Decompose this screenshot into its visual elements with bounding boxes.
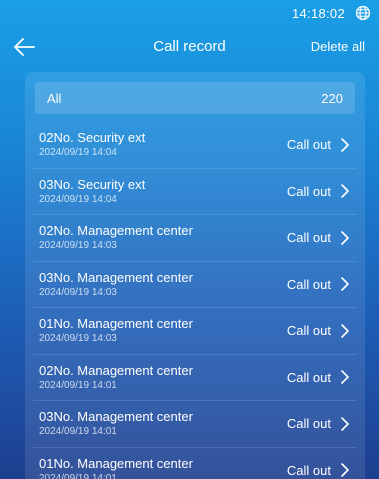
record-name: 01No. Management center	[39, 455, 193, 471]
record-time: 2024/09/19 14:03	[39, 286, 117, 298]
summary-label: All	[47, 90, 62, 106]
record-name: 02No. Security ext	[39, 130, 146, 146]
record-name: 03No. Management center	[39, 269, 193, 285]
record-time: 2024/09/19 14:04	[39, 193, 117, 205]
record-row[interactable]: 03No. Security ext 2024/09/19 14:04 Call…	[33, 169, 357, 215]
record-row[interactable]: 02No. Management center 2024/09/19 14:01…	[33, 355, 357, 401]
record-row[interactable]: 01No. Management center 2024/09/19 14:01…	[33, 448, 357, 479]
chevron-right-icon	[341, 230, 349, 245]
chevron-right-icon	[341, 370, 349, 385]
call-out-label: Call out	[286, 183, 331, 199]
header: Call record Delete all	[0, 32, 379, 62]
call-out-label: Call out	[286, 369, 331, 385]
status-time: 14:18:02	[291, 5, 345, 21]
record-time: 2024/09/19 14:01	[39, 379, 117, 391]
chevron-right-icon	[341, 184, 349, 199]
call-out-label: Call out	[286, 416, 331, 432]
chevron-right-icon	[341, 416, 349, 431]
call-out-label: Call out	[286, 230, 331, 246]
chevron-right-icon	[341, 323, 349, 338]
record-name: 03No. Security ext	[39, 176, 146, 192]
record-row[interactable]: 02No. Security ext 2024/09/19 14:04 Call…	[33, 122, 357, 169]
record-name: 02No. Management center	[39, 223, 193, 239]
record-row[interactable]: 03No. Management center 2024/09/19 14:03…	[33, 262, 357, 308]
chevron-right-icon	[341, 463, 349, 478]
status-bar: 14:18:02	[0, 0, 379, 26]
record-row[interactable]: 02No. Management center 2024/09/19 14:03…	[33, 215, 357, 262]
record-name: 01No. Management center	[39, 316, 193, 332]
record-name: 02No. Management center	[39, 362, 193, 378]
call-out-label: Call out	[286, 137, 331, 153]
call-out-label: Call out	[286, 323, 331, 339]
chevron-right-icon	[341, 137, 349, 152]
call-out-label: Call out	[286, 462, 331, 478]
record-name: 03No. Management center	[39, 409, 193, 425]
summary-count: 220	[321, 90, 343, 106]
record-time: 2024/09/19 14:03	[39, 240, 117, 252]
record-time: 2024/09/19 14:01	[39, 472, 117, 479]
record-time: 2024/09/19 14:01	[39, 426, 117, 438]
record-row[interactable]: 01No. Management center 2024/09/19 14:03…	[33, 308, 357, 355]
globe-icon[interactable]	[355, 5, 371, 21]
chevron-right-icon	[341, 277, 349, 292]
record-row[interactable]: 03No. Management center 2024/09/19 14:01…	[33, 401, 357, 448]
record-time: 2024/09/19 14:04	[39, 147, 117, 159]
summary-row: All 220	[35, 82, 355, 114]
call-record-list[interactable]: All 220 02No. Security ext 2024/09/19 14…	[25, 72, 365, 479]
record-time: 2024/09/19 14:03	[39, 333, 117, 345]
call-out-label: Call out	[286, 276, 331, 292]
delete-all-button[interactable]: Delete all	[311, 39, 365, 54]
